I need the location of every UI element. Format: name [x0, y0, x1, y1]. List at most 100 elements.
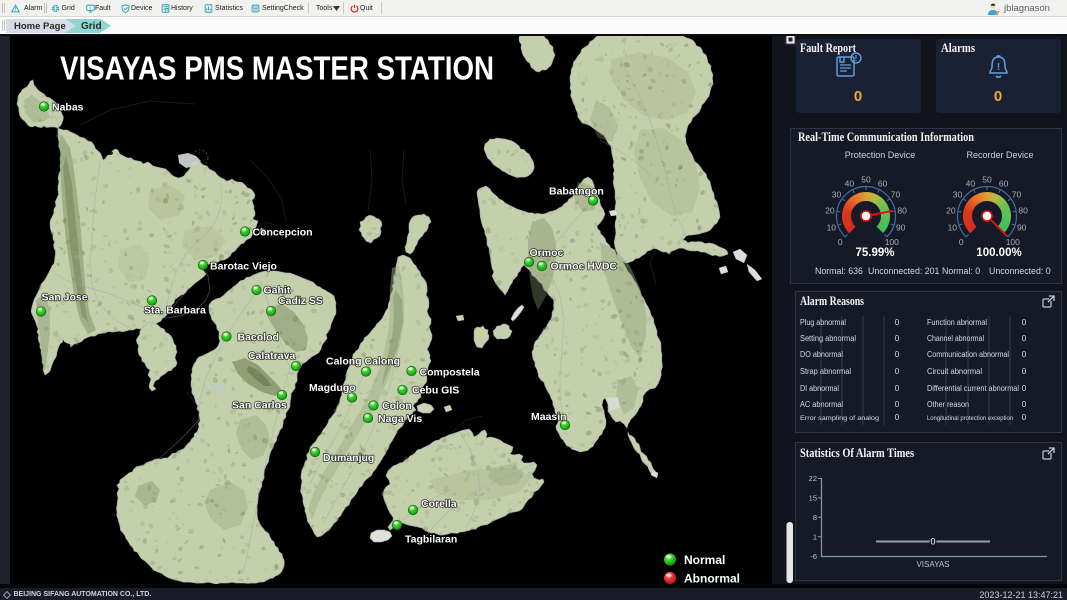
svg-text:30: 30: [832, 190, 842, 200]
svg-text:0: 0: [895, 318, 900, 327]
svg-text:0: 0: [895, 384, 900, 393]
svg-text:Other reason: Other reason: [927, 400, 969, 409]
svg-text:-6: -6: [810, 552, 817, 561]
svg-text:Magdugo: Magdugo: [309, 382, 356, 394]
svg-text:60: 60: [878, 179, 888, 189]
svg-text:0: 0: [895, 400, 900, 409]
svg-text:DO abnormal: DO abnormal: [800, 350, 843, 359]
svg-text:Longitudinal protection except: Longitudinal protection exception: [927, 415, 1013, 422]
svg-text:0: 0: [895, 334, 900, 343]
svg-text:Unconnected: 0: Unconnected: 0: [989, 266, 1051, 276]
svg-text:0: 0: [895, 367, 900, 376]
svg-text:Nabas: Nabas: [52, 102, 84, 114]
svg-text:Ormoc: Ormoc: [530, 247, 564, 259]
svg-text:Fault Report: Fault Report: [800, 41, 857, 55]
svg-text:100.00%: 100.00%: [976, 247, 1021, 259]
svg-text:0: 0: [895, 350, 900, 359]
svg-text:50: 50: [982, 175, 992, 185]
svg-text:50: 50: [861, 175, 871, 185]
svg-text:30: 30: [953, 190, 963, 200]
svg-text:Channel abnormal: Channel abnormal: [927, 334, 984, 343]
svg-text:Dumanjug: Dumanjug: [323, 452, 374, 464]
svg-text:Alarms: Alarms: [941, 41, 975, 55]
svg-text:Protection Device: Protection Device: [845, 150, 916, 160]
svg-text:Calong Calong: Calong Calong: [326, 356, 400, 368]
svg-text:40: 40: [845, 179, 855, 189]
svg-text:0: 0: [1022, 318, 1027, 327]
svg-text:Colon: Colon: [382, 400, 412, 412]
svg-text:70: 70: [1012, 190, 1022, 200]
svg-text:80: 80: [1018, 205, 1028, 215]
svg-text:Abnormal: Abnormal: [684, 572, 740, 585]
svg-text:0: 0: [959, 237, 964, 247]
svg-text:Setting abnormal: Setting abnormal: [800, 334, 856, 343]
svg-text:10: 10: [948, 222, 958, 232]
svg-text:90: 90: [896, 222, 906, 232]
svg-text:0: 0: [1022, 384, 1027, 393]
svg-text:DI abnormal: DI abnormal: [800, 384, 839, 393]
svg-text:Communication abnormal: Communication abnormal: [927, 350, 1009, 359]
svg-text:Barotac Viejo: Barotac Viejo: [210, 261, 277, 273]
svg-text:20: 20: [946, 205, 956, 215]
svg-text:Circuit abnormal: Circuit abnormal: [927, 367, 982, 376]
svg-text:Corella: Corella: [421, 498, 457, 510]
svg-text:Strap abnormal: Strap abnormal: [800, 367, 851, 376]
svg-text:Real-Time Communication Inform: Real-Time Communication Information: [798, 130, 974, 144]
svg-text:60: 60: [999, 179, 1009, 189]
svg-text:Normal: 0: Normal: 0: [942, 266, 980, 276]
svg-text:Concepcion: Concepcion: [253, 227, 313, 239]
svg-text:!: !: [855, 54, 858, 63]
svg-text:Naga Vis: Naga Vis: [378, 413, 422, 425]
svg-text:22: 22: [809, 474, 817, 483]
svg-text:Differential current abnormal: Differential current abnormal: [927, 384, 1019, 393]
svg-text:90: 90: [1017, 222, 1027, 232]
svg-text:Bacolod: Bacolod: [238, 332, 279, 344]
svg-text:0: 0: [1022, 350, 1027, 359]
svg-text:Normal: 636: Normal: 636: [815, 266, 863, 276]
svg-text:75.99%: 75.99%: [855, 247, 894, 259]
svg-text:Unconnected: 201: Unconnected: 201: [868, 266, 940, 276]
svg-text:0: 0: [838, 237, 843, 247]
svg-text:0: 0: [930, 537, 935, 547]
svg-text:10: 10: [827, 222, 837, 232]
svg-text:20: 20: [825, 205, 835, 215]
svg-text:Cadiz SS: Cadiz SS: [278, 295, 323, 307]
svg-text:80: 80: [897, 205, 907, 215]
svg-text:70: 70: [891, 190, 901, 200]
svg-text:!: !: [89, 5, 91, 10]
svg-text:!: !: [997, 62, 1000, 73]
svg-text:Plug abnormal: Plug abnormal: [800, 318, 846, 327]
svg-text:Normal: Normal: [684, 553, 725, 567]
svg-text:Tagbilaran: Tagbilaran: [405, 534, 457, 546]
svg-text:!: !: [15, 7, 17, 13]
svg-text:San Jose: San Jose: [42, 292, 88, 304]
svg-text:Statistics Of Alarm Times: Statistics Of Alarm Times: [800, 446, 914, 460]
svg-text:0: 0: [1022, 413, 1027, 422]
svg-text:1: 1: [813, 533, 817, 542]
svg-text:Cebu GIS: Cebu GIS: [412, 385, 459, 397]
svg-text:8: 8: [813, 513, 817, 522]
svg-text:Sta. Barbara: Sta. Barbara: [144, 305, 206, 317]
svg-text:0: 0: [854, 88, 862, 105]
svg-text:15: 15: [809, 494, 817, 503]
svg-text:Alarm Reasons: Alarm Reasons: [800, 294, 864, 308]
svg-text:40: 40: [966, 179, 976, 189]
svg-text:0: 0: [1022, 367, 1027, 376]
svg-text:AC abnormal: AC abnormal: [800, 400, 843, 409]
svg-text:Recorder Device: Recorder Device: [966, 150, 1033, 160]
svg-text:Function abnormal: Function abnormal: [927, 318, 987, 327]
svg-text:0: 0: [1022, 400, 1027, 409]
svg-text:Maasin: Maasin: [531, 411, 567, 423]
svg-text:Compostela: Compostela: [420, 367, 480, 379]
svg-text:Calatrava: Calatrava: [248, 350, 295, 362]
svg-text:0: 0: [1022, 334, 1027, 343]
svg-text:0: 0: [994, 88, 1002, 105]
svg-text:100: 100: [885, 237, 899, 247]
svg-text:San Carlos: San Carlos: [232, 400, 287, 412]
svg-text:100: 100: [1006, 237, 1020, 247]
svg-text:VISAYAS: VISAYAS: [916, 560, 949, 569]
svg-text:0: 0: [895, 413, 900, 422]
svg-text:VISAYAS PMS MASTER STATION: VISAYAS PMS MASTER STATION: [60, 50, 494, 87]
svg-text:Babatngon: Babatngon: [549, 186, 604, 198]
svg-text:Ormoc HVDC: Ormoc HVDC: [551, 261, 618, 273]
